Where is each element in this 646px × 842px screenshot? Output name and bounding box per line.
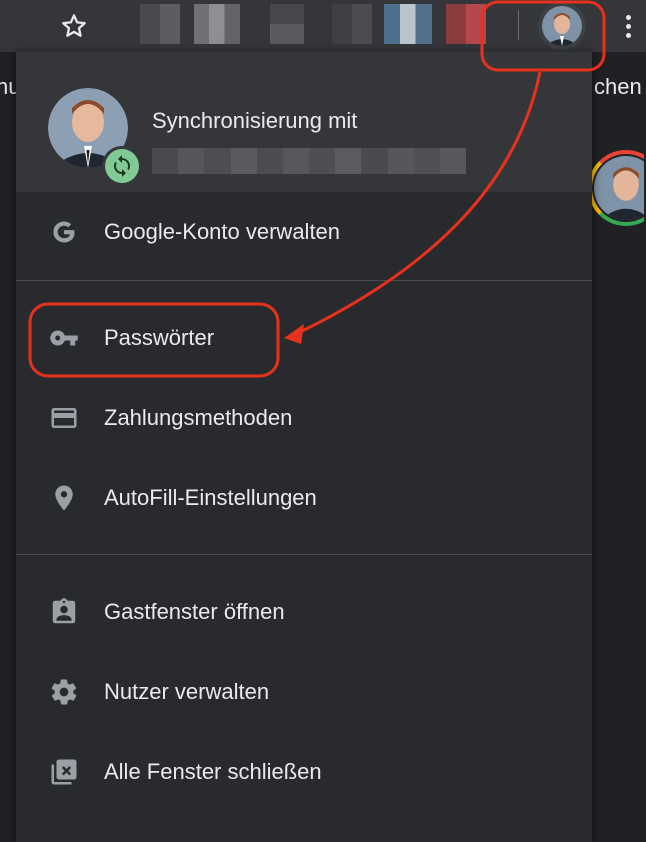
gear-icon: [48, 676, 80, 708]
profile-avatar-button[interactable]: [538, 2, 586, 50]
close-windows-icon: [48, 756, 80, 788]
key-icon: [48, 322, 80, 354]
extension-icon[interactable]: [384, 4, 432, 44]
extension-icon[interactable]: [140, 4, 180, 44]
blurred-email: [152, 148, 467, 174]
menu-item-payment-methods[interactable]: Zahlungsmethoden: [16, 378, 592, 458]
menu-item-label: Google-Konto verwalten: [104, 219, 341, 244]
menu-item-passwords[interactable]: Passwörter: [16, 298, 592, 378]
extension-icon[interactable]: [194, 4, 240, 44]
profile-menu: Synchronisierung mit Google-Konto verwal…: [16, 52, 592, 842]
star-outline-icon[interactable]: [54, 6, 94, 46]
profile-avatar-icon: [542, 6, 582, 46]
sync-title: Synchronisierung mit: [152, 108, 358, 133]
background-text-right: chen: [594, 74, 642, 99]
divider: [16, 280, 592, 281]
menu-item-label: Nutzer verwalten: [104, 679, 270, 704]
menu-item-open-guest-window[interactable]: Gastfenster öffnen: [16, 572, 592, 652]
menu-item-label: Zahlungsmethoden: [104, 405, 293, 430]
menu-item-autofill-settings[interactable]: AutoFill-Einstellungen: [16, 458, 592, 538]
background-avatar: [588, 150, 644, 226]
credit-card-icon: [48, 402, 80, 434]
divider: [16, 554, 592, 555]
menu-item-label: Alle Fenster schließen: [104, 759, 322, 784]
profile-header: Synchronisierung mit: [16, 64, 592, 192]
menu-item-google-account[interactable]: Google-Konto verwalten: [16, 192, 592, 272]
extension-icon[interactable]: [270, 4, 304, 44]
menu-item-label: Gastfenster öffnen: [104, 599, 285, 624]
menu-item-label: AutoFill-Einstellungen: [104, 485, 317, 510]
extension-icon[interactable]: [446, 4, 486, 44]
extension-icon[interactable]: [332, 4, 372, 44]
menu-item-close-all-windows[interactable]: Alle Fenster schließen: [16, 732, 592, 812]
location-pin-icon: [48, 482, 80, 514]
three-dots-vertical-icon[interactable]: [616, 8, 640, 44]
menu-item-label: Passwörter: [104, 325, 215, 350]
menu-item-manage-users[interactable]: Nutzer verwalten: [16, 652, 592, 732]
toolbar-separator: [518, 10, 519, 40]
browser-toolbar: [0, 0, 646, 52]
guest-badge-icon: [48, 596, 80, 628]
sync-icon: [102, 146, 142, 186]
google-g-icon: [48, 216, 80, 248]
